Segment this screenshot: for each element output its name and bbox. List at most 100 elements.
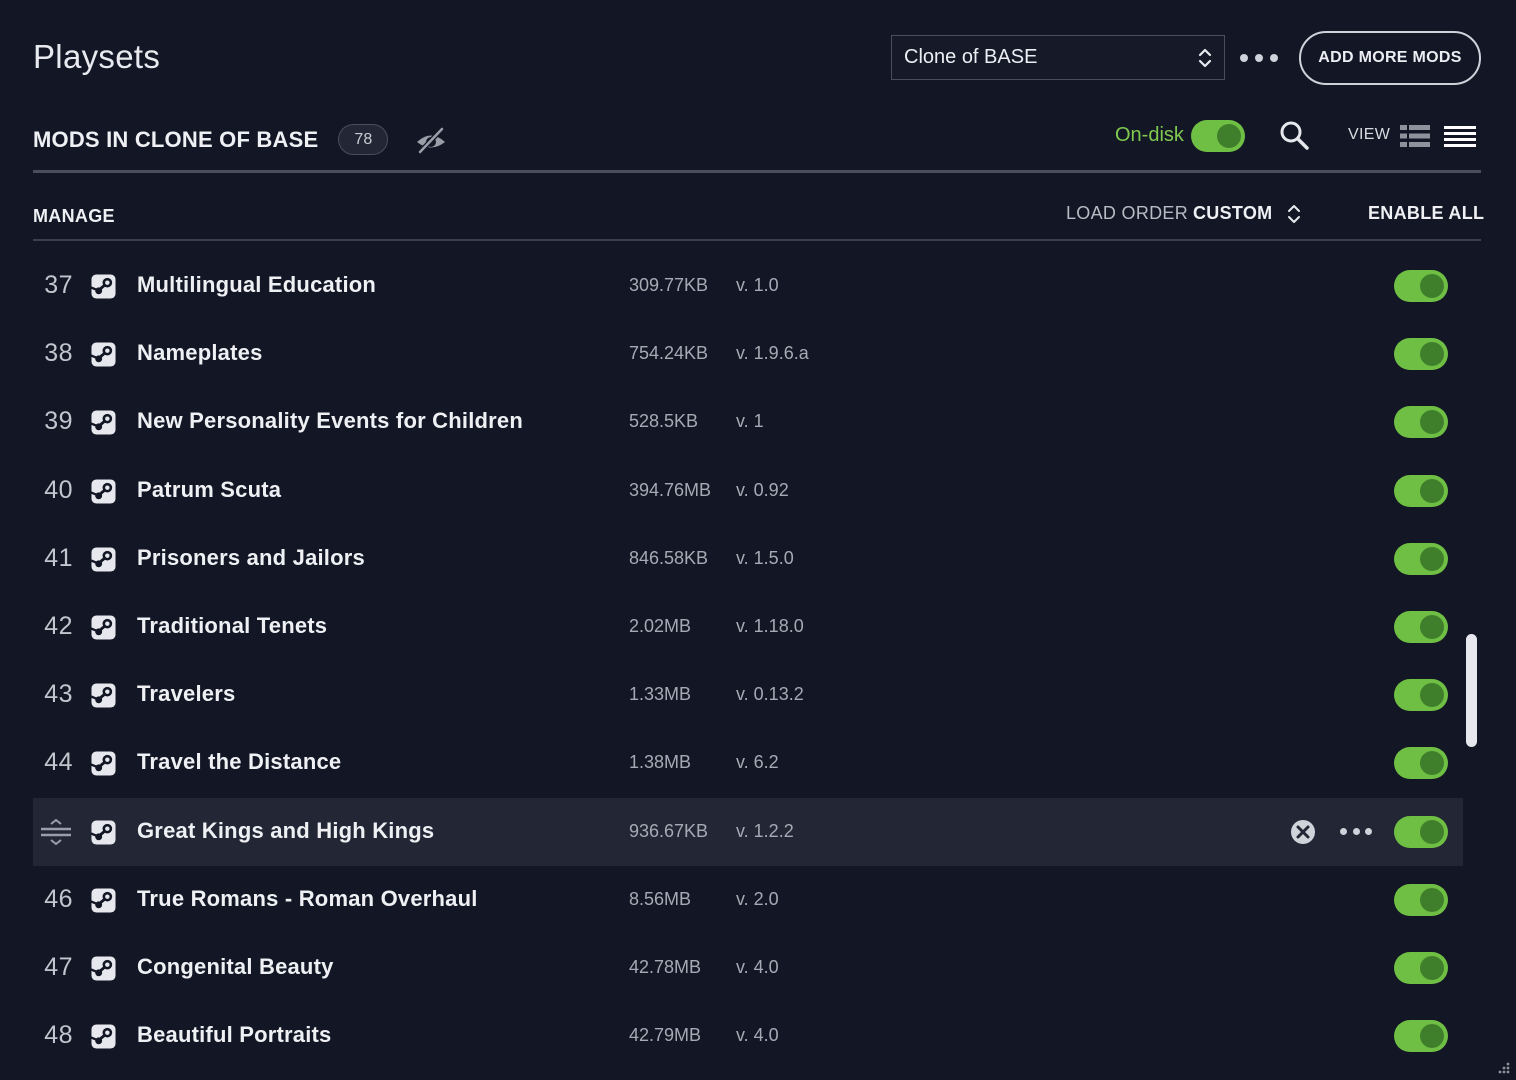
mod-enabled-toggle[interactable] [1394,542,1448,575]
mod-name[interactable]: New Personality Events for Children [137,408,523,434]
mod-index: 38 [44,339,73,368]
mod-name[interactable]: Patrum Scuta [137,477,281,503]
steam-icon [90,479,116,504]
list-view-icon[interactable] [1444,124,1476,148]
mod-enabled-toggle[interactable] [1394,815,1448,848]
mod-enabled-toggle[interactable] [1394,270,1448,302]
mod-version: v. 0.13.2 [736,684,804,705]
mod-size: 8.56MB [629,888,692,909]
resize-grip-icon[interactable] [1494,1058,1510,1074]
mod-size: 394.76MB [629,479,712,500]
on-disk-toggle[interactable] [1191,120,1245,152]
steam-icon [90,888,116,913]
mod-index: 43 [44,680,73,709]
mod-size: 1.33MB [629,684,692,705]
steam-icon [90,1024,116,1049]
mod-count-badge: 78 [338,124,389,155]
drag-handle-icon[interactable] [40,818,72,845]
mod-size: 1.38MB [629,752,692,773]
eye-off-icon[interactable] [414,125,448,155]
mod-enabled-toggle[interactable] [1394,338,1448,371]
mod-name[interactable]: Great Kings and High Kings [137,818,434,844]
mod-name[interactable]: Traditional Tenets [137,613,327,639]
scrollbar[interactable] [1466,634,1477,747]
mod-index: 39 [44,407,73,436]
steam-icon [90,547,116,572]
mod-version: v. 1.0 [736,275,779,295]
mod-version: v. 1.5.0 [736,547,794,568]
mod-index: 46 [44,884,73,913]
view-label: VIEW [1348,126,1391,143]
mod-index: 47 [44,953,73,981]
manage-button[interactable]: MANAGE [33,206,115,227]
mod-version: v. 6.2 [736,752,779,773]
mod-version: v. 1.9.6.a [736,343,809,364]
enable-all-button[interactable]: ENABLE ALL [1368,203,1484,224]
mod-size: 2.02MB [629,616,692,636]
add-more-mods-button[interactable]: ADD MORE MODS [1299,31,1481,85]
mod-enabled-toggle[interactable] [1394,747,1448,780]
mod-name[interactable]: Congenital Beauty [137,954,334,980]
mod-name[interactable]: Travel the Distance [137,749,341,775]
mod-index: 41 [44,543,73,572]
load-order-select[interactable]: CUSTOM [1193,203,1272,224]
grid-view-icon[interactable] [1400,124,1430,148]
mod-version: v. 2.0 [736,888,779,909]
mod-row[interactable]: 41 Prisoners and Jailors 846.58KB v. 1.5.0 [33,525,1463,593]
mod-row[interactable]: 40 Patrum Scuta 394.76MB v. 0.92 [33,457,1463,525]
mod-name[interactable]: Travelers [137,681,235,707]
mod-name[interactable]: Beautiful Portraits [137,1022,332,1048]
mod-size: 528.5KB [629,411,699,432]
mod-row[interactable]: Great Kings and High Kings 936.67KB v. 1.2… [33,797,1463,866]
mod-index: 37 [44,271,73,299]
mod-name[interactable]: Multilingual Education [137,272,376,298]
mod-row[interactable]: 48 Beautiful Portraits 42.79MB v. 4.0 [33,1002,1463,1070]
steam-icon [90,820,116,845]
chevron-updown-icon [1198,48,1212,68]
playset-more-icon[interactable] [1240,46,1278,70]
mod-list: 37 Multilingual Education 309.77KB v. 1.0 38… [33,252,1463,1080]
mod-enabled-toggle[interactable] [1394,406,1448,439]
mod-version: v. 4.0 [736,1025,779,1046]
mod-version: v. 1.2.2 [736,820,794,841]
steam-icon [90,410,116,435]
mod-row[interactable]: 37 Multilingual Education 309.77KB v. 1.0 [33,252,1463,320]
row-more-icon[interactable] [1340,827,1372,836]
mod-name[interactable]: Nameplates [137,340,263,366]
mod-row[interactable]: 47 Congenital Beauty 42.78MB v. 4.0 [33,934,1463,1002]
mod-name[interactable]: True Romans - Roman Overhaul [137,886,478,912]
mod-row[interactable]: 38 Nameplates 754.24KB v. 1.9.6.a [33,320,1463,388]
mod-name[interactable]: Prisoners and Jailors [137,545,365,571]
mod-version: v. 1.18.0 [736,616,804,636]
mod-enabled-toggle[interactable] [1394,679,1448,712]
remove-icon[interactable] [1289,818,1317,846]
mod-index: 44 [44,748,73,777]
mod-enabled-toggle[interactable] [1394,1020,1448,1053]
load-order-label: LOAD ORDER [1066,203,1189,223]
steam-icon [90,615,116,640]
mod-version: v. 0.92 [736,479,789,500]
mod-size: 42.78MB [629,957,702,977]
mod-size: 846.58KB [629,547,709,568]
chevron-updown-icon[interactable] [1287,204,1301,224]
mod-row[interactable]: 46 True Romans - Roman Overhaul 8.56MB v. 2… [33,866,1463,934]
mod-enabled-toggle[interactable] [1394,952,1448,984]
mod-enabled-toggle[interactable] [1394,883,1448,916]
mod-size: 309.77KB [629,275,709,295]
mod-index: 40 [44,475,73,504]
mod-version: v. 1 [736,411,764,432]
mod-row[interactable]: 42 Traditional Tenets 2.02MB v. 1.18.0 [33,593,1463,661]
search-icon[interactable] [1278,119,1310,151]
playset-select[interactable]: Clone of BASE [891,35,1225,80]
mod-enabled-toggle[interactable] [1394,474,1448,507]
mod-enabled-toggle[interactable] [1394,611,1448,643]
steam-icon [90,274,116,299]
mod-row[interactable]: 43 Travelers 1.33MB v. 0.13.2 [33,661,1463,729]
header-divider [33,170,1481,173]
mod-row[interactable]: 39 New Personality Events for Children 528… [33,388,1463,456]
mod-row[interactable]: 44 Travel the Distance 1.38MB v. 6.2 [33,729,1463,797]
mods-section-title: MODS IN CLONE OF BASE [33,126,319,152]
mod-index: 42 [44,612,73,640]
mod-version: v. 4.0 [736,957,779,977]
page-title: Playsets [33,38,161,75]
